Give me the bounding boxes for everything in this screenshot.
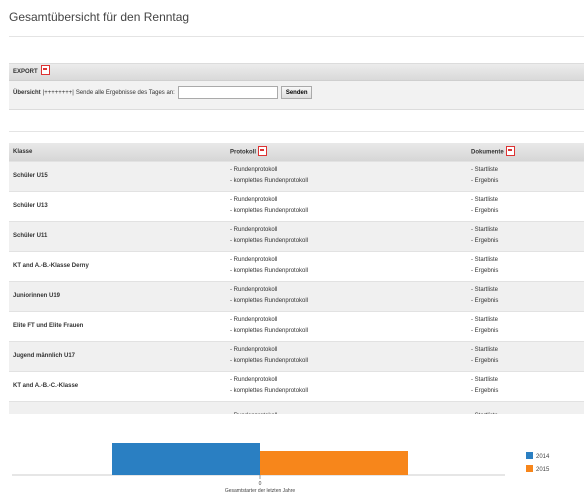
- bar-2014: [112, 443, 260, 475]
- startliste-link[interactable]: - Startliste: [471, 195, 583, 206]
- ergebnis-link[interactable]: - Ergebnis: [471, 326, 583, 337]
- dokumente-cell: - Startliste: [467, 401, 584, 414]
- send-button[interactable]: Senden: [280, 86, 313, 99]
- klasse-cell: Schüler U13: [13, 203, 48, 209]
- legend-swatch-2015: [526, 465, 533, 472]
- protokoll-cell: - Rundenprotokoll - komplettes Rundenprot…: [226, 311, 467, 341]
- protokoll-cell: - Rundenprotokoll: [226, 401, 467, 414]
- rundenprotokoll-link[interactable]: - Rundenprotokoll: [230, 255, 466, 266]
- protokoll-cell: - Rundenprotokoll - komplettes Rundenprot…: [226, 161, 467, 191]
- header-klasse: Klasse: [13, 148, 33, 155]
- klasse-cell: Schüler U15: [13, 173, 48, 179]
- klasse-cell: [9, 401, 226, 414]
- table-row: Juniorinnen U19 - Rundenprotokoll - komple…: [9, 281, 584, 311]
- klasse-cell: KT and A.-B.-C.-Klasse: [13, 383, 79, 389]
- startliste-link[interactable]: - Startliste: [471, 375, 583, 386]
- export-panel: EXPORT Übersicht |++++++++| Sende alle E…: [9, 63, 584, 110]
- x-tick-label: 0: [259, 481, 262, 487]
- rundenprotokoll-link[interactable]: - Rundenprotokoll: [230, 285, 466, 296]
- table-row: KT and A.-B.-Klasse Derny - Rundenprotoko…: [9, 251, 584, 281]
- dokumente-cell: - Startliste - Ergebnis: [467, 281, 584, 311]
- masked-text: |++++++++|: [42, 89, 74, 96]
- ergebnis-link[interactable]: - Ergebnis: [471, 386, 583, 397]
- rundenprotokoll-link[interactable]: - Rundenprotokoll: [230, 195, 466, 206]
- komplettes-rundenprotokoll-link[interactable]: - komplettes Rundenprotokoll: [230, 356, 466, 367]
- klasse-cell: Schüler U11: [13, 233, 48, 239]
- komplettes-rundenprotokoll-link[interactable]: - komplettes Rundenprotokoll: [230, 206, 466, 217]
- dokumente-cell: - Startliste - Ergebnis: [467, 251, 584, 281]
- protokoll-cell: - Rundenprotokoll - komplettes Rundenprot…: [226, 221, 467, 251]
- ergebnis-link[interactable]: - Ergebnis: [471, 356, 583, 367]
- rundenprotokoll-link[interactable]: - Rundenprotokoll: [230, 315, 466, 326]
- protokoll-cell: - Rundenprotokoll - komplettes Rundenprot…: [226, 281, 467, 311]
- startliste-link[interactable]: - Startliste: [471, 225, 583, 236]
- ergebnis-link[interactable]: - Ergebnis: [471, 176, 583, 187]
- header-dokumente: Dokumente: [467, 143, 584, 161]
- legend-label-2014: 2014: [536, 454, 550, 460]
- starters-chart: 0Gesamtstarter der letzten Jahre 2014 2015: [12, 443, 550, 494]
- table-row: Schüler U15 - Rundenprotokoll - komplettes…: [9, 161, 584, 191]
- legend-swatch-2014: [526, 452, 533, 459]
- rundenprotokoll-link[interactable]: - Rundenprotokoll: [230, 375, 466, 386]
- overview-label: Übersicht: [13, 89, 41, 96]
- divider: [9, 36, 584, 37]
- rundenprotokoll-link[interactable]: - Rundenprotokoll: [230, 225, 466, 236]
- protokoll-cell: - Rundenprotokoll - komplettes Rundenprot…: [226, 371, 467, 401]
- pdf-icon[interactable]: [505, 145, 515, 156]
- komplettes-rundenprotokoll-link[interactable]: - komplettes Rundenprotokoll: [230, 236, 466, 247]
- komplettes-rundenprotokoll-link[interactable]: - komplettes Rundenprotokoll: [230, 326, 466, 337]
- divider: [9, 131, 584, 132]
- x-axis-label: Gesamtstarter der letzten Jahre: [225, 488, 296, 494]
- table-row: Schüler U13 - Rundenprotokoll - komplettes…: [9, 191, 584, 221]
- startliste-link[interactable]: - Startliste: [471, 165, 583, 176]
- pdf-icon[interactable]: [258, 145, 268, 156]
- bar-2015: [260, 451, 408, 475]
- email-field[interactable]: [177, 86, 278, 99]
- ergebnis-link[interactable]: - Ergebnis: [471, 266, 583, 277]
- table-row: Elite FT und Elite Frauen - Rundenprotoko…: [9, 311, 584, 341]
- startliste-link[interactable]: - Startliste: [471, 411, 583, 414]
- protokoll-cell: - Rundenprotokoll - komplettes Rundenprot…: [226, 341, 467, 371]
- export-header: EXPORT: [9, 64, 584, 81]
- startliste-link[interactable]: - Startliste: [471, 345, 583, 356]
- protokoll-cell: - Rundenprotokoll - komplettes Rundenprot…: [226, 251, 467, 281]
- startliste-link[interactable]: - Startliste: [471, 285, 583, 296]
- klasse-cell: Juniorinnen U19: [13, 293, 61, 299]
- rundenprotokoll-link[interactable]: - Rundenprotokoll: [230, 165, 466, 176]
- dokumente-cell: - Startliste - Ergebnis: [467, 221, 584, 251]
- legend-label-2015: 2015: [536, 467, 550, 473]
- protokoll-cell: - Rundenprotokoll - komplettes Rundenprot…: [226, 191, 467, 221]
- klasse-cell: KT and A.-B.-Klasse Derny: [13, 263, 89, 269]
- ergebnis-link[interactable]: - Ergebnis: [471, 236, 583, 247]
- komplettes-rundenprotokoll-link[interactable]: - komplettes Rundenprotokoll: [230, 296, 466, 307]
- ergebnis-link[interactable]: - Ergebnis: [471, 206, 583, 217]
- komplettes-rundenprotokoll-link[interactable]: - komplettes Rundenprotokoll: [230, 176, 466, 187]
- dokumente-cell: - Startliste - Ergebnis: [467, 341, 584, 371]
- dokumente-cell: - Startliste - Ergebnis: [467, 191, 584, 221]
- header-protokoll: Protokoll: [226, 143, 467, 161]
- send-description: Sende alle Ergebnisse des Tages an:: [75, 89, 175, 96]
- export-row: Übersicht |++++++++| Sende alle Ergebnis…: [9, 86, 584, 99]
- komplettes-rundenprotokoll-link[interactable]: - komplettes Rundenprotokoll: [230, 266, 466, 277]
- startliste-link[interactable]: - Startliste: [471, 255, 583, 266]
- dokumente-cell: - Startliste - Ergebnis: [467, 311, 584, 341]
- rundenprotokoll-link[interactable]: - Rundenprotokoll: [230, 345, 466, 356]
- rundenprotokoll-link[interactable]: - Rundenprotokoll: [230, 411, 466, 414]
- startliste-link[interactable]: - Startliste: [471, 315, 583, 326]
- table-row: - Rundenprotokoll - Startliste: [9, 401, 584, 414]
- table-row: Jugend männlich U17 - Rundenprotokoll - ko…: [9, 341, 584, 371]
- table-row: KT and A.-B.-C.-Klasse - Rundenprotokoll -…: [9, 371, 584, 401]
- klasse-cell: Jugend männlich U17: [13, 353, 76, 359]
- results-table: Klasse Protokoll Dokumente Schüler U15 - …: [9, 143, 584, 414]
- export-heading: EXPORT: [13, 69, 38, 75]
- komplettes-rundenprotokoll-link[interactable]: - komplettes Rundenprotokoll: [230, 386, 466, 397]
- ergebnis-link[interactable]: - Ergebnis: [471, 296, 583, 307]
- table-row: Schüler U11 - Rundenprotokoll - komplettes…: [9, 221, 584, 251]
- page-title: Gesamtübersicht für den Renntag: [9, 10, 190, 24]
- klasse-cell: Elite FT und Elite Frauen: [13, 323, 84, 329]
- dokumente-cell: - Startliste - Ergebnis: [467, 371, 584, 401]
- pdf-icon[interactable]: [41, 65, 51, 76]
- dokumente-cell: - Startliste - Ergebnis: [467, 161, 584, 191]
- table-header-row: Klasse Protokoll Dokumente: [9, 143, 584, 161]
